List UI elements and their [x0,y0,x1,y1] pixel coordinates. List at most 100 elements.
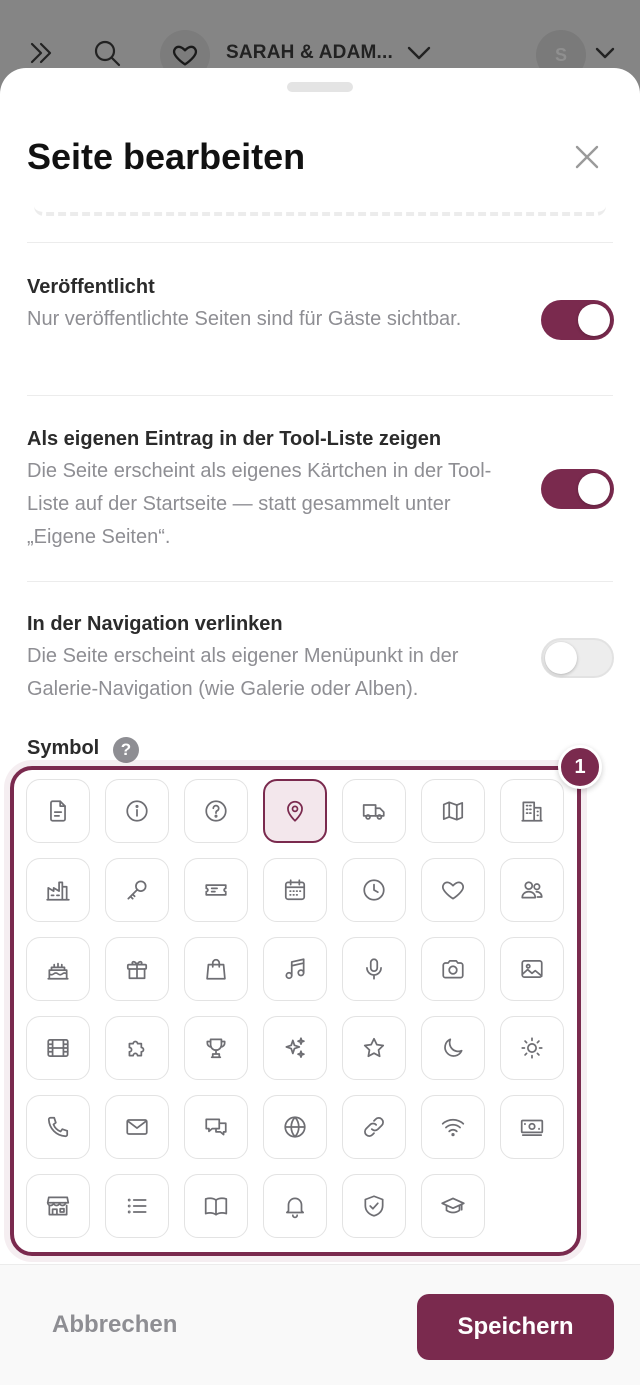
film-icon [47,1039,69,1057]
icon-option-moon[interactable] [421,1016,485,1080]
shopping-bag-icon [206,959,226,980]
truck-icon [362,804,385,820]
globe-icon [284,1116,306,1138]
calendar-icon [284,879,306,901]
chevron-down-icon[interactable] [592,40,618,71]
scroll-edge-divider [34,206,606,216]
icon-option-gift[interactable] [105,937,169,1001]
icon-option-info[interactable] [105,779,169,843]
clock-icon [363,879,385,901]
moon-icon [444,1038,463,1057]
icon-option-trophy[interactable] [184,1016,248,1080]
toollist-toggle[interactable] [541,469,614,509]
icon-option-wifi[interactable] [421,1095,485,1159]
icon-option-question[interactable] [184,779,248,843]
icon-option-sparkles[interactable] [263,1016,327,1080]
icon-option-key[interactable] [105,858,169,922]
setting-navigation-description: Die Seite erscheint als eigener Menüpunk… [27,645,459,700]
key-icon [127,880,147,900]
phone-icon [47,1116,69,1138]
symbol-label: Symbol [27,737,100,759]
icon-option-music[interactable] [263,937,327,1001]
cancel-button[interactable]: Abbrechen [52,1311,177,1339]
cake-icon [47,962,69,980]
icon-option-sun[interactable] [500,1016,564,1080]
icon-option-heart[interactable] [421,858,485,922]
icon-option-building[interactable] [500,779,564,843]
setting-published-title: Veröffentlicht [27,276,155,298]
icon-option-truck[interactable] [342,779,406,843]
close-button[interactable] [568,138,606,176]
close-icon [575,145,599,169]
store-icon [46,1196,70,1216]
icon-option-map-pin[interactable] [263,779,327,843]
setting-toollist-description: Die Seite erscheint als eigenes Kärtchen… [27,460,492,548]
icon-option-ticket[interactable] [184,858,248,922]
wifi-icon [441,1118,465,1137]
icon-option-microphone[interactable] [342,937,406,1001]
icon-option-image[interactable] [500,937,564,1001]
edit-page-sheet: Seite bearbeiten Veröffentlicht Nur verö… [0,68,640,1385]
save-button[interactable]: Speichern [417,1294,614,1360]
icon-option-store[interactable] [26,1174,90,1238]
sheet-title: Seite bearbeiten [27,136,306,177]
icon-option-chat[interactable] [184,1095,248,1159]
icon-option-map[interactable] [421,779,485,843]
icon-option-book[interactable] [184,1174,248,1238]
toggle-knob [578,304,610,336]
icon-option-camera[interactable] [421,937,485,1001]
puzzle-icon [128,1040,145,1057]
icon-option-money[interactable] [500,1095,564,1159]
money-icon [520,1119,544,1136]
icon-option-calendar[interactable] [263,858,327,922]
icon-option-link[interactable] [342,1095,406,1159]
step-badge: 1 [558,745,602,789]
icon-option-phone[interactable] [26,1095,90,1159]
link-icon [364,1117,384,1137]
icon-option-document[interactable] [26,779,90,843]
image-icon [521,960,543,978]
question-icon [205,800,227,822]
divider [27,395,613,396]
published-toggle[interactable] [541,300,614,340]
building-icon [521,801,543,822]
toggle-knob [545,642,577,674]
document-icon [50,800,66,822]
map-pin-icon [287,800,303,822]
icon-picker [10,766,581,1256]
icon-option-star[interactable] [342,1016,406,1080]
microphone-icon [366,958,382,980]
setting-navigation-title: In der Navigation verlinken [27,613,283,635]
heart-icon [442,881,464,900]
icon-option-graduation-cap[interactable] [421,1174,485,1238]
icon-option-cake[interactable] [26,937,90,1001]
icon-option-users[interactable] [500,858,564,922]
icon-option-factory[interactable] [26,858,90,922]
navigation-toggle[interactable] [541,638,614,678]
sparkles-icon [285,1037,305,1058]
couple-name[interactable]: SARAH & ADAM... [226,42,393,64]
sheet-footer: Abbrechen Speichern [0,1264,640,1385]
divider [27,581,613,582]
icon-option-clock[interactable] [342,858,406,922]
icon-option-shopping-bag[interactable] [184,937,248,1001]
icon-option-globe[interactable] [263,1095,327,1159]
graduation-cap-icon [441,1197,465,1214]
icon-option-puzzle[interactable] [105,1016,169,1080]
info-icon [126,800,148,822]
sheet-grabber[interactable] [287,82,353,92]
trophy-icon [206,1038,226,1059]
icon-option-list[interactable] [105,1174,169,1238]
help-icon[interactable]: ? [113,737,139,763]
star-icon [363,1037,385,1058]
mail-icon [126,1119,148,1135]
chat-icon [205,1118,227,1136]
users-icon [521,881,543,899]
shield-check-icon [364,1195,384,1217]
camera-icon [442,960,464,979]
icon-option-mail[interactable] [105,1095,169,1159]
icon-option-film[interactable] [26,1016,90,1080]
list-icon [127,1198,147,1214]
icon-option-shield-check[interactable] [342,1174,406,1238]
icon-option-bell[interactable] [263,1174,327,1238]
